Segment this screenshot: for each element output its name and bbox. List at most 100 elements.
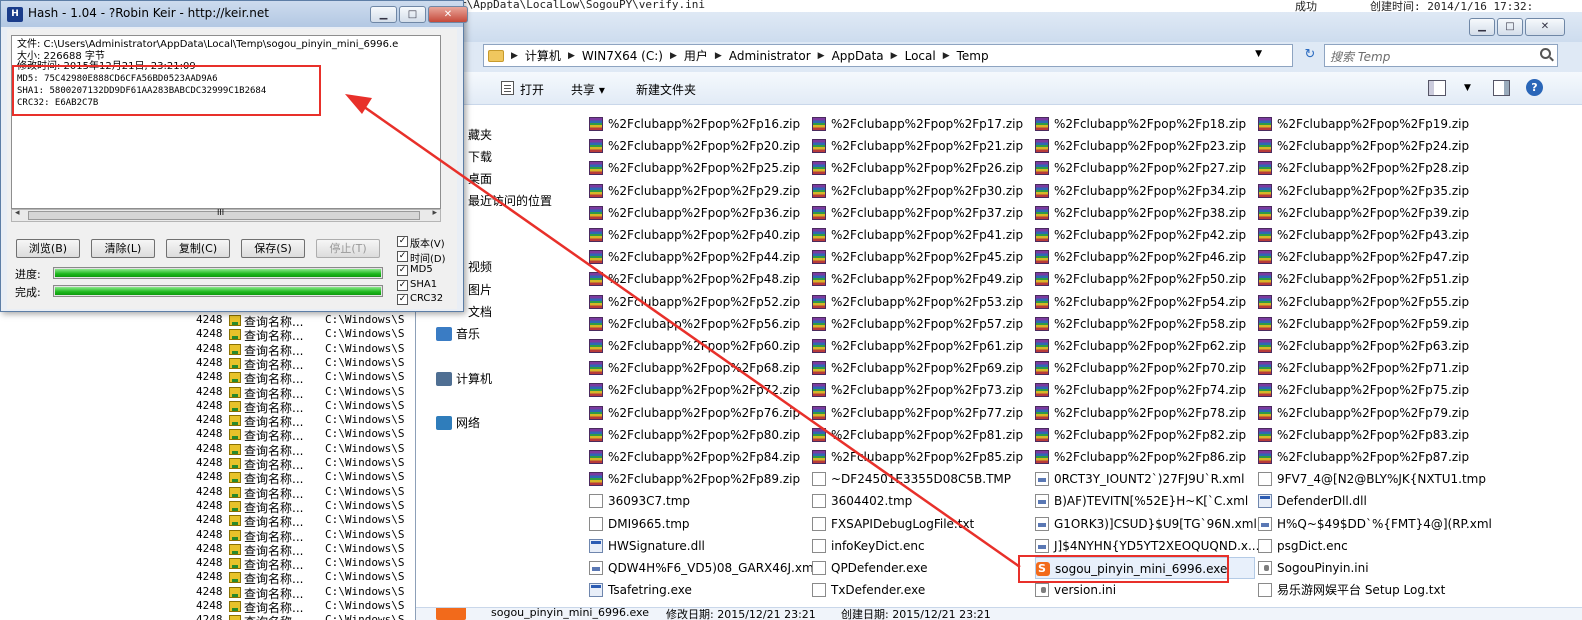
log-row[interactable]: 4248查询名称...C:\Windows\S (0, 385, 415, 401)
file-item[interactable]: %2Fclubapp%2Fpop%2Fp23.zip (1035, 135, 1255, 157)
nav-item[interactable]: 文档 (468, 302, 492, 322)
file-item[interactable]: %2Fclubapp%2Fpop%2Fp80.zip (589, 424, 809, 446)
file-item[interactable]: %2Fclubapp%2Fpop%2Fp29.zip (589, 180, 809, 202)
file-item[interactable]: 36093C7.tmp (589, 490, 809, 512)
log-row[interactable]: 4248查询名称...C:\Windows\S (0, 570, 415, 586)
open-icon[interactable] (501, 81, 514, 95)
file-item[interactable]: %2Fclubapp%2Fpop%2Fp72.zip (589, 379, 809, 401)
log-row[interactable]: 4248查询名称...C:\Windows\S (0, 327, 415, 343)
file-item[interactable]: %2Fclubapp%2Fpop%2Fp86.zip (1035, 446, 1255, 468)
file-item[interactable]: %2Fclubapp%2Fpop%2Fp57.zip (812, 313, 1032, 335)
nav-item[interactable]: 计算机 (436, 369, 492, 389)
file-item[interactable]: %2Fclubapp%2Fpop%2Fp21.zip (812, 135, 1032, 157)
file-item[interactable]: B)AF)TEVITN[%52E}H~K[`C.xml (1035, 490, 1255, 512)
breadcrumb-separator-icon[interactable]: ▶ (511, 51, 518, 61)
open-button[interactable]: 打开 (520, 81, 544, 98)
breadcrumb-item[interactable]: Local (905, 49, 936, 63)
file-item[interactable]: DMI9665.tmp (589, 513, 809, 535)
log-row[interactable]: 4248查询名称...C:\Windows\S (0, 513, 415, 529)
log-row[interactable]: 4248查询名称...C:\Windows\S (0, 470, 415, 486)
hash-close-button[interactable]: ✕ (428, 6, 468, 23)
file-item[interactable]: %2Fclubapp%2Fpop%2Fp52.zip (589, 291, 809, 313)
file-item[interactable]: %2Fclubapp%2Fpop%2Fp56.zip (589, 313, 809, 335)
scroll-left-icon[interactable]: ◂ (15, 208, 20, 218)
file-item[interactable]: %2Fclubapp%2Fpop%2Fp69.zip (812, 357, 1032, 379)
file-item[interactable]: Tsafetring.exe (589, 579, 809, 601)
file-item[interactable]: %2Fclubapp%2Fpop%2Fp41.zip (812, 224, 1032, 246)
file-item[interactable]: %2Fclubapp%2Fpop%2Fp58.zip (1035, 313, 1255, 335)
file-item[interactable]: %2Fclubapp%2Fpop%2Fp43.zip (1258, 224, 1478, 246)
log-row[interactable]: 4248查询名称...C:\Windows\S (0, 542, 415, 558)
file-item[interactable]: %2Fclubapp%2Fpop%2Fp83.zip (1258, 424, 1478, 446)
file-item[interactable]: H%Q~$49$DD`%{FMT}4@](RP.xml (1258, 513, 1492, 535)
hash-minimize-button[interactable]: ▁ (370, 6, 397, 23)
breadcrumb-separator-icon[interactable]: ▶ (568, 51, 575, 61)
checkbox-icon[interactable]: ✓ (397, 236, 408, 247)
search-icon[interactable] (1540, 48, 1551, 59)
file-item[interactable]: %2Fclubapp%2Fpop%2Fp81.zip (812, 424, 1032, 446)
clear-button[interactable]: 清除(L) (91, 239, 155, 258)
file-item[interactable]: %2Fclubapp%2Fpop%2Fp30.zip (812, 180, 1032, 202)
nav-item[interactable]: 桌面 (468, 169, 492, 189)
file-item[interactable]: %2Fclubapp%2Fpop%2Fp62.zip (1035, 335, 1255, 357)
log-row[interactable]: 4248查询名称...C:\Windows\S (0, 442, 415, 458)
file-item[interactable]: 易乐游网娱平台 Setup Log.txt (1258, 579, 1478, 601)
log-row[interactable]: 4248查询名称...C:\Windows\S (0, 342, 415, 358)
file-item[interactable]: %2Fclubapp%2Fpop%2Fp20.zip (589, 135, 809, 157)
hash-titlebar[interactable]: H Hash - 1.04 - ?Robin Keir - http://kei… (1, 1, 468, 27)
file-item[interactable]: 0RCT3Y_IOUNT2`)27FJ9U`R.xml (1035, 468, 1255, 490)
file-item[interactable]: %2Fclubapp%2Fpop%2Fp89.zip (589, 468, 809, 490)
maximize-button[interactable]: □ (1497, 18, 1523, 36)
file-item[interactable]: %2Fclubapp%2Fpop%2Fp82.zip (1035, 424, 1255, 446)
breadcrumb-separator-icon[interactable]: ▶ (891, 51, 898, 61)
file-item[interactable]: %2Fclubapp%2Fpop%2Fp36.zip (589, 202, 809, 224)
file-item[interactable]: %2Fclubapp%2Fpop%2Fp40.zip (589, 224, 809, 246)
file-item[interactable]: %2Fclubapp%2Fpop%2Fp51.zip (1258, 268, 1478, 290)
file-item[interactable]: %2Fclubapp%2Fpop%2Fp27.zip (1035, 157, 1255, 179)
file-item[interactable]: %2Fclubapp%2Fpop%2Fp63.zip (1258, 335, 1478, 357)
log-row[interactable]: 4248查询名称...C:\Windows\S (0, 485, 415, 501)
horizontal-scrollbar[interactable]: ◂ III ▸ (11, 208, 441, 222)
close-button[interactable]: ✕ (1525, 18, 1565, 36)
nav-item[interactable]: 网络 (436, 413, 480, 433)
nav-item[interactable]: 视频 (468, 257, 492, 277)
file-item[interactable]: %2Fclubapp%2Fpop%2Fp44.zip (589, 246, 809, 268)
file-item[interactable]: %2Fclubapp%2Fpop%2Fp35.zip (1258, 180, 1478, 202)
checkbox-icon[interactable]: ✓ (397, 250, 408, 262)
log-row[interactable]: 4248查询名称...C:\Windows\S (0, 370, 415, 386)
log-row[interactable]: 4248查询名称...C:\Windows\S (0, 499, 415, 515)
checkbox-icon[interactable]: ✓ (397, 279, 408, 291)
nav-item[interactable]: 图片 (468, 280, 492, 300)
file-item[interactable]: %2Fclubapp%2Fpop%2Fp76.zip (589, 402, 809, 424)
breadcrumb-item[interactable]: Administrator (729, 49, 811, 63)
file-item[interactable]: J]$4NYHN{YD5YT2XEOQUQND.x... (1035, 535, 1259, 557)
scroll-right-icon[interactable]: ▸ (432, 208, 437, 218)
breadcrumb-item[interactable]: 用户 (684, 47, 708, 64)
minimize-button[interactable]: ▁ (1469, 18, 1495, 36)
log-row[interactable]: 4248查询名称...C:\Windows\S (0, 599, 415, 615)
log-row[interactable]: 4248查询名称...C:\Windows\S (0, 399, 415, 415)
file-item[interactable]: %2Fclubapp%2Fpop%2Fp39.zip (1258, 202, 1478, 224)
file-item[interactable]: %2Fclubapp%2Fpop%2Fp54.zip (1035, 291, 1255, 313)
scroll-thumb[interactable]: III (28, 208, 420, 220)
file-item[interactable]: 3604402.tmp (812, 490, 1032, 512)
search-input[interactable]: 搜索 Temp (1324, 44, 1558, 67)
file-item[interactable]: %2Fclubapp%2Fpop%2Fp53.zip (812, 291, 1032, 313)
file-item[interactable]: infoKeyDict.enc (812, 535, 1032, 557)
breadcrumb-separator-icon[interactable]: ▶ (670, 51, 677, 61)
log-row[interactable]: 4248查询名称...C:\Windows\S (0, 528, 415, 544)
file-item[interactable]: %2Fclubapp%2Fpop%2Fp16.zip (589, 113, 809, 135)
breadcrumb-item[interactable]: WIN7X64 (C:) (582, 49, 663, 63)
file-item[interactable]: G1ORK3)]CSUD}$U9[TG`96N.xml (1035, 513, 1257, 535)
checkbox-icon[interactable]: ✓ (397, 294, 408, 305)
refresh-icon[interactable]: ↻ (1300, 45, 1320, 65)
hash-result-textbox[interactable]: 文件: C:\Users\Administrator\AppData\Local… (11, 35, 441, 209)
file-item[interactable]: %2Fclubapp%2Fpop%2Fp38.zip (1035, 202, 1255, 224)
file-item[interactable]: ~DF24501E3355D08C5B.TMP (812, 468, 1032, 490)
breadcrumb-item[interactable]: Temp (957, 49, 989, 63)
hash-maximize-button[interactable]: □ (399, 6, 426, 23)
breadcrumb-item[interactable]: 计算机 (525, 47, 561, 64)
file-item[interactable]: %2Fclubapp%2Fpop%2Fp18.zip (1035, 113, 1255, 135)
log-row[interactable]: 4248查询名称...C:\Windows\S (0, 456, 415, 472)
breadcrumb-item[interactable]: AppData (832, 49, 884, 63)
